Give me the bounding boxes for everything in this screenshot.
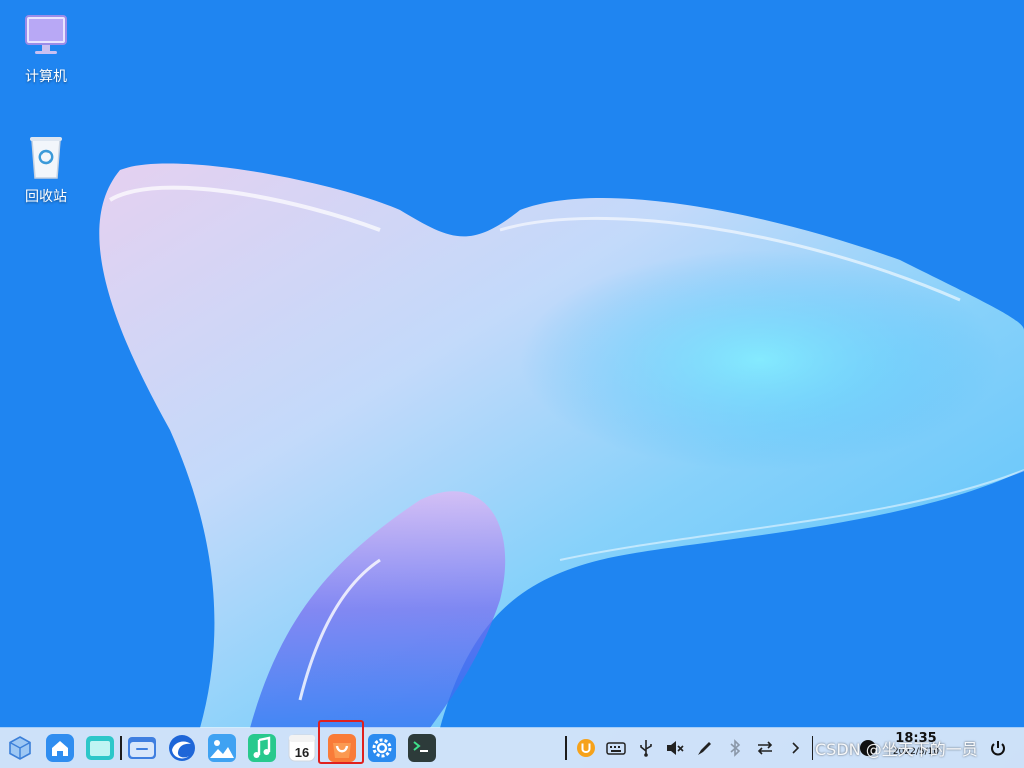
tray-volume[interactable] <box>665 738 685 758</box>
taskbar-divider <box>565 736 567 760</box>
taskbar-divider <box>812 736 813 760</box>
taskbar-divider <box>120 736 122 760</box>
watermark: CSDN @坐天下的一员 <box>815 740 978 759</box>
desktop-wallpaper <box>0 0 1024 728</box>
home-icon <box>46 734 74 762</box>
taskbar-home-button[interactable] <box>44 732 76 764</box>
tray-pen[interactable] <box>695 738 715 758</box>
bluetooth-icon <box>730 739 741 757</box>
taskbar-settings-button[interactable] <box>366 732 398 764</box>
start-menu-icon <box>9 736 31 760</box>
settings-icon <box>368 734 396 762</box>
workspace-icon <box>86 736 114 760</box>
tray-keyboard[interactable] <box>606 738 626 758</box>
taskbar-terminal-button[interactable] <box>406 732 438 764</box>
music-icon <box>248 734 276 762</box>
terminal-icon <box>408 734 436 762</box>
browser-icon <box>169 735 195 761</box>
tray-network[interactable] <box>755 738 775 758</box>
tray-input-method[interactable] <box>576 738 596 758</box>
power-icon <box>991 741 1005 756</box>
desktop-icon-label: 计算机 <box>25 69 67 85</box>
trash-icon <box>30 137 62 179</box>
taskbar-music-button[interactable] <box>246 732 278 764</box>
usb-icon <box>640 740 652 757</box>
tray-usb[interactable] <box>636 738 656 758</box>
tray-expand-button[interactable] <box>785 738 805 758</box>
start-menu-button[interactable] <box>4 732 36 764</box>
taskbar-workspace-button[interactable] <box>84 732 116 764</box>
image-viewer-icon <box>208 734 236 762</box>
desktop-icon-trash[interactable]: 回收站 <box>8 130 84 206</box>
taskbar-files-button[interactable] <box>126 732 158 764</box>
computer-icon <box>25 15 67 54</box>
tray-power[interactable] <box>988 738 1008 758</box>
tray-bluetooth[interactable] <box>725 738 745 758</box>
calendar-day: 16 <box>295 745 309 760</box>
software-store-highlight <box>318 720 364 764</box>
volume-muted-icon <box>667 741 684 755</box>
desktop-icon-computer[interactable]: 计算机 <box>8 10 84 86</box>
keyboard-icon <box>606 742 626 755</box>
file-manager-icon <box>128 737 156 759</box>
taskbar-pictures-button[interactable] <box>206 732 238 764</box>
pen-icon <box>698 742 711 755</box>
desktop-icon-label: 回收站 <box>25 189 67 205</box>
network-icon <box>757 741 773 755</box>
expand-arrow-icon <box>792 742 800 754</box>
calendar-icon: 16 <box>288 734 316 762</box>
taskbar-calendar-button[interactable]: 16 <box>286 732 318 764</box>
input-method-icon <box>577 739 595 757</box>
taskbar-browser-button[interactable] <box>166 732 198 764</box>
